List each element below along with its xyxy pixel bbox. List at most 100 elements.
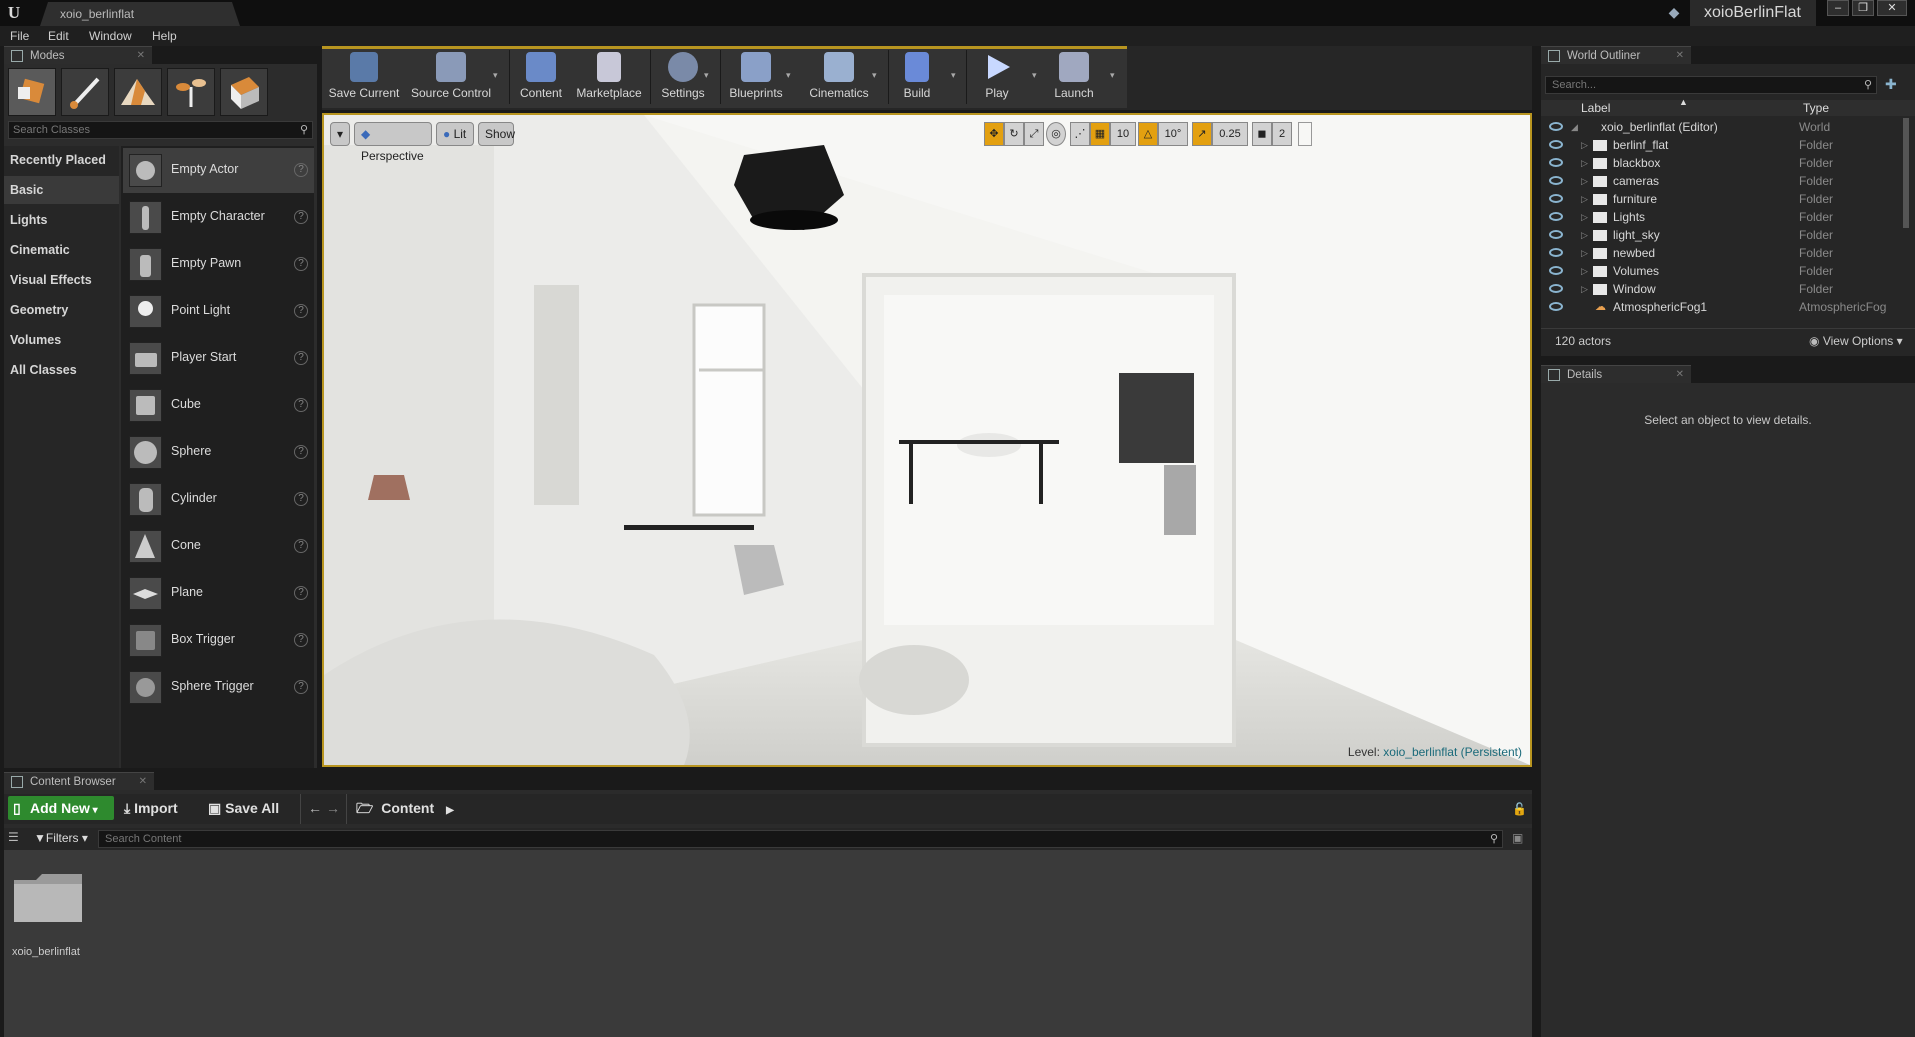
blueprints-dropdown-icon[interactable]: ▾	[786, 70, 791, 81]
outliner-row-actor[interactable]: ☁ AtmosphericFog1 AtmosphericFog	[1541, 298, 1909, 316]
lock-icon[interactable]: 🔓	[1512, 802, 1527, 816]
visibility-eye-icon[interactable]	[1549, 230, 1563, 239]
cinematics-button[interactable]: Cinematics	[804, 50, 874, 106]
outliner-row-folder[interactable]: ▷ newbed Folder	[1541, 244, 1909, 262]
outliner-row-folder[interactable]: ▷ cameras Folder	[1541, 172, 1909, 190]
grid-snap-icon[interactable]: ▦	[1090, 122, 1110, 146]
item-empty-pawn[interactable]: Empty Pawn?	[123, 242, 314, 287]
maximize-button[interactable]: ❐	[1852, 0, 1874, 16]
outliner-row-world[interactable]: ◢ xoio_berlinflat (Editor) World	[1541, 118, 1909, 136]
menu-file[interactable]: File	[10, 26, 29, 46]
category-geometry[interactable]: Geometry	[4, 296, 119, 324]
help-icon[interactable]: ?	[294, 492, 308, 506]
add-new-button[interactable]: ▯ Add New ▾	[8, 796, 114, 820]
category-visual-effects[interactable]: Visual Effects	[4, 266, 119, 294]
search-classes-input[interactable]: Search Classes ⚲	[8, 121, 313, 139]
save-current-button[interactable]: Save Current	[326, 50, 402, 106]
add-folder-icon[interactable]: ✚	[1885, 76, 1903, 94]
view-options-button[interactable]: ◉ View Options ▾	[1809, 334, 1903, 348]
collapse-arrow-icon[interactable]: ◢	[1571, 118, 1578, 136]
visibility-eye-icon[interactable]	[1549, 176, 1563, 185]
marketplace-button[interactable]: Marketplace	[572, 50, 646, 106]
expand-arrow-icon[interactable]: ▷	[1581, 136, 1588, 154]
outliner-row-folder[interactable]: ▷ furniture Folder	[1541, 190, 1909, 208]
perspective-button[interactable]: ◆ Perspective	[354, 122, 432, 163]
show-flags-button[interactable]: Show	[478, 122, 515, 146]
unreal-logo-icon[interactable]: U	[4, 3, 24, 23]
help-icon[interactable]: ?	[294, 163, 308, 177]
outliner-row-folder[interactable]: ▷ Window Folder	[1541, 280, 1909, 298]
visibility-eye-icon[interactable]	[1549, 122, 1563, 131]
level-viewport[interactable]: ▾ ◆ Perspective ● Lit Show ✥ ↻ ⤢ ◎ ⋰ ▦ 1…	[322, 113, 1532, 767]
geometry-mode-button[interactable]	[220, 68, 268, 116]
grid-snap-value[interactable]: 10	[1110, 122, 1136, 146]
outliner-row-folder[interactable]: ▷ light_sky Folder	[1541, 226, 1909, 244]
source-control-dropdown-icon[interactable]: ▾	[493, 70, 498, 81]
minimize-button[interactable]: –	[1827, 0, 1849, 16]
item-box-trigger[interactable]: Box Trigger?	[123, 618, 314, 663]
translate-tool-icon[interactable]: ✥	[984, 122, 1004, 146]
item-sphere-trigger[interactable]: Sphere Trigger?	[123, 665, 314, 710]
outliner-row-folder[interactable]: ▷ Volumes Folder	[1541, 262, 1909, 280]
launch-dropdown-icon[interactable]: ▾	[1110, 70, 1115, 81]
item-sphere[interactable]: Sphere?	[123, 430, 314, 475]
menu-help[interactable]: Help	[152, 26, 177, 46]
visibility-eye-icon[interactable]	[1549, 284, 1563, 293]
document-tab[interactable]: xoio_berlinflat	[40, 2, 240, 26]
surface-snap-icon[interactable]: ⋰	[1070, 122, 1090, 146]
filters-button[interactable]: ▼Filters ▾	[34, 831, 88, 845]
expand-arrow-icon[interactable]: ▷	[1581, 226, 1588, 244]
close-icon[interactable]: ✕	[137, 47, 145, 65]
rotate-tool-icon[interactable]: ↻	[1004, 122, 1024, 146]
item-cube[interactable]: Cube?	[123, 383, 314, 428]
landscape-mode-button[interactable]	[114, 68, 162, 116]
folder-tile[interactable]: xoio_berlinflat	[8, 860, 88, 960]
item-plane[interactable]: Plane?	[123, 571, 314, 616]
help-icon[interactable]: ?	[294, 351, 308, 365]
source-control-button[interactable]: Source Control	[408, 50, 494, 106]
visibility-eye-icon[interactable]	[1549, 266, 1563, 275]
item-empty-character[interactable]: Empty Character?	[123, 195, 314, 240]
category-lights[interactable]: Lights	[4, 206, 119, 234]
help-icon[interactable]: ?	[294, 586, 308, 600]
scale-snap-value[interactable]: 0.25	[1212, 122, 1248, 146]
category-all-classes[interactable]: All Classes	[4, 356, 119, 384]
expand-arrow-icon[interactable]: ▷	[1581, 190, 1588, 208]
back-arrow-icon[interactable]: ←	[308, 796, 322, 820]
type-column-header[interactable]: Type	[1803, 101, 1829, 115]
content-button[interactable]: Content	[514, 50, 568, 106]
cinematics-dropdown-icon[interactable]: ▾	[872, 70, 877, 81]
close-icon[interactable]: ✕	[139, 773, 147, 791]
visibility-eye-icon[interactable]	[1549, 248, 1563, 257]
rotation-snap-icon[interactable]: △	[1138, 122, 1158, 146]
visibility-eye-icon[interactable]	[1549, 194, 1563, 203]
help-icon[interactable]: ?	[294, 539, 308, 553]
tab-modes[interactable]: Modes ✕	[4, 46, 152, 64]
expand-arrow-icon[interactable]: ▷	[1581, 280, 1588, 298]
viewport-options-button[interactable]: ▾	[330, 122, 350, 146]
maximize-viewport-icon[interactable]	[1298, 122, 1312, 146]
blueprints-button[interactable]: Blueprints	[724, 50, 788, 106]
import-button[interactable]: ⤓ Import	[124, 796, 178, 820]
outliner-row-folder[interactable]: ▷ blackbox Folder	[1541, 154, 1909, 172]
lit-mode-button[interactable]: ● Lit	[436, 122, 474, 146]
build-dropdown-icon[interactable]: ▾	[951, 70, 956, 81]
menu-window[interactable]: Window	[89, 26, 132, 46]
expand-arrow-icon[interactable]: ▷	[1581, 172, 1588, 190]
item-cone[interactable]: Cone?	[123, 524, 314, 569]
tab-content-browser[interactable]: Content Browser ✕	[4, 772, 154, 790]
world-space-icon[interactable]: ◎	[1046, 122, 1066, 146]
outliner-search-input[interactable]: Search... ⚲	[1545, 76, 1877, 94]
visibility-eye-icon[interactable]	[1549, 212, 1563, 221]
close-icon[interactable]: ✕	[1676, 47, 1684, 65]
save-search-icon[interactable]: ▣	[1512, 831, 1523, 845]
category-volumes[interactable]: Volumes	[4, 326, 119, 354]
sources-panel-icon[interactable]: ☰	[8, 830, 19, 844]
play-dropdown-icon[interactable]: ▾	[1032, 70, 1037, 81]
launch-button[interactable]: Launch	[1048, 50, 1100, 106]
category-recently-placed[interactable]: Recently Placed	[4, 146, 119, 174]
help-icon[interactable]: ?	[294, 210, 308, 224]
expand-arrow-icon[interactable]: ▷	[1581, 262, 1588, 280]
help-icon[interactable]: ?	[294, 680, 308, 694]
item-point-light[interactable]: Point Light?	[123, 289, 314, 334]
